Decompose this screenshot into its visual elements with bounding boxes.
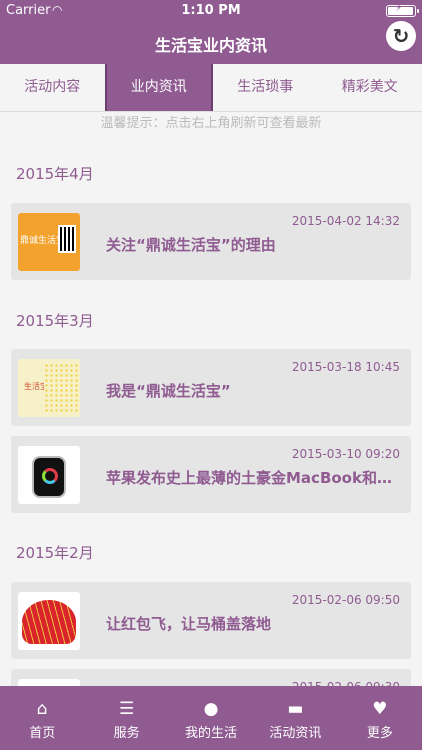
article-thumbnail: 鼎诚生活宝 xyxy=(18,213,80,271)
tabbar-activity-news[interactable]: ▬ 活动资讯 xyxy=(253,686,337,750)
list-icon: ☰ xyxy=(118,699,135,719)
article-card[interactable]: 生活宝 2015-03-18 10:45 我是“鼎诚生活宝” xyxy=(11,349,411,426)
tabbar-label: 活动资讯 xyxy=(269,726,322,741)
article-date: 2015-03-10 09:20 xyxy=(291,447,400,461)
refresh-icon: ↻ xyxy=(392,24,410,48)
watch-icon xyxy=(32,456,66,498)
article-title: 关注“鼎诚生活宝”的理由 xyxy=(106,236,276,254)
tab-activity-content[interactable]: 活动内容 xyxy=(0,64,105,111)
tab-essays[interactable]: 精彩美文 xyxy=(318,64,422,111)
page-title: 生活宝业内资讯 xyxy=(154,36,267,55)
article-card[interactable]: 2015-03-10 09:20 苹果发布史上最薄的土豪金MacBook和… xyxy=(11,436,411,513)
tabbar-more[interactable]: ♥ 更多 xyxy=(338,686,422,750)
person-icon: ● xyxy=(203,699,219,719)
home-icon: ⌂ xyxy=(36,699,48,719)
section-header: 2015年2月 xyxy=(16,544,94,562)
status-bar: Carrier ◠ 1:10 PM ⚡ xyxy=(0,0,422,22)
article-title: 让红包飞，让马桶盖落地 xyxy=(106,615,272,633)
article-date: 2015-03-18 10:45 xyxy=(291,360,400,374)
section-header: 2015年4月 xyxy=(16,165,94,183)
article-date: 2015-04-02 14:32 xyxy=(291,214,400,228)
article-thumbnail xyxy=(18,592,80,650)
article-date: 2015-02-06 09:50 xyxy=(291,593,400,607)
chat-icon: ▬ xyxy=(287,699,304,719)
tabbar-my-life[interactable]: ● 我的生活 xyxy=(169,686,253,750)
article-title: 苹果发布史上最薄的土豪金MacBook和… xyxy=(106,469,392,487)
article-title: 我是“鼎诚生活宝” xyxy=(106,382,231,400)
tabbar-label: 我的生活 xyxy=(185,726,238,741)
tabbar-home[interactable]: ⌂ 首页 xyxy=(0,686,84,750)
category-tabs: 活动内容 业内资讯 生活琐事 精彩美文 xyxy=(0,64,422,112)
battery-icon: ⚡ xyxy=(386,3,419,17)
tab-life-matters[interactable]: 生活琐事 xyxy=(213,64,318,111)
dots-pattern xyxy=(44,363,80,413)
tab-industry-news[interactable]: 业内资讯 xyxy=(104,64,213,111)
qr-code-icon xyxy=(58,225,76,253)
tabbar-services[interactable]: ☰ 服务 xyxy=(84,686,168,750)
status-time: 1:10 PM xyxy=(181,3,241,18)
article-thumbnail xyxy=(18,446,80,504)
tabbar-label: 服务 xyxy=(113,726,140,741)
article-card[interactable]: 鼎诚生活宝 2015-04-02 14:32 关注“鼎诚生活宝”的理由 xyxy=(11,203,411,280)
refresh-button[interactable]: ↻ xyxy=(386,21,416,51)
section-header: 2015年3月 xyxy=(16,312,94,330)
refresh-hint: 温馨提示：点击右上角刷新可查看最新 xyxy=(100,116,322,131)
navigation-bar: Carrier ◠ 1:10 PM ⚡ 生活宝业内资讯 ↻ xyxy=(0,0,422,64)
tabbar-label: 更多 xyxy=(366,726,393,741)
article-thumbnail: 生活宝 xyxy=(18,359,80,417)
article-card[interactable]: 2015-02-06 09:50 让红包飞，让马桶盖落地 xyxy=(11,582,411,659)
heart-icon: ♥ xyxy=(372,699,388,719)
red-envelope-fan-image xyxy=(22,600,76,644)
bottom-tab-bar: ⌂ 首页 ☰ 服务 ● 我的生活 ▬ 活动资讯 ♥ 更多 xyxy=(0,686,422,750)
tabbar-label: 首页 xyxy=(29,726,56,741)
